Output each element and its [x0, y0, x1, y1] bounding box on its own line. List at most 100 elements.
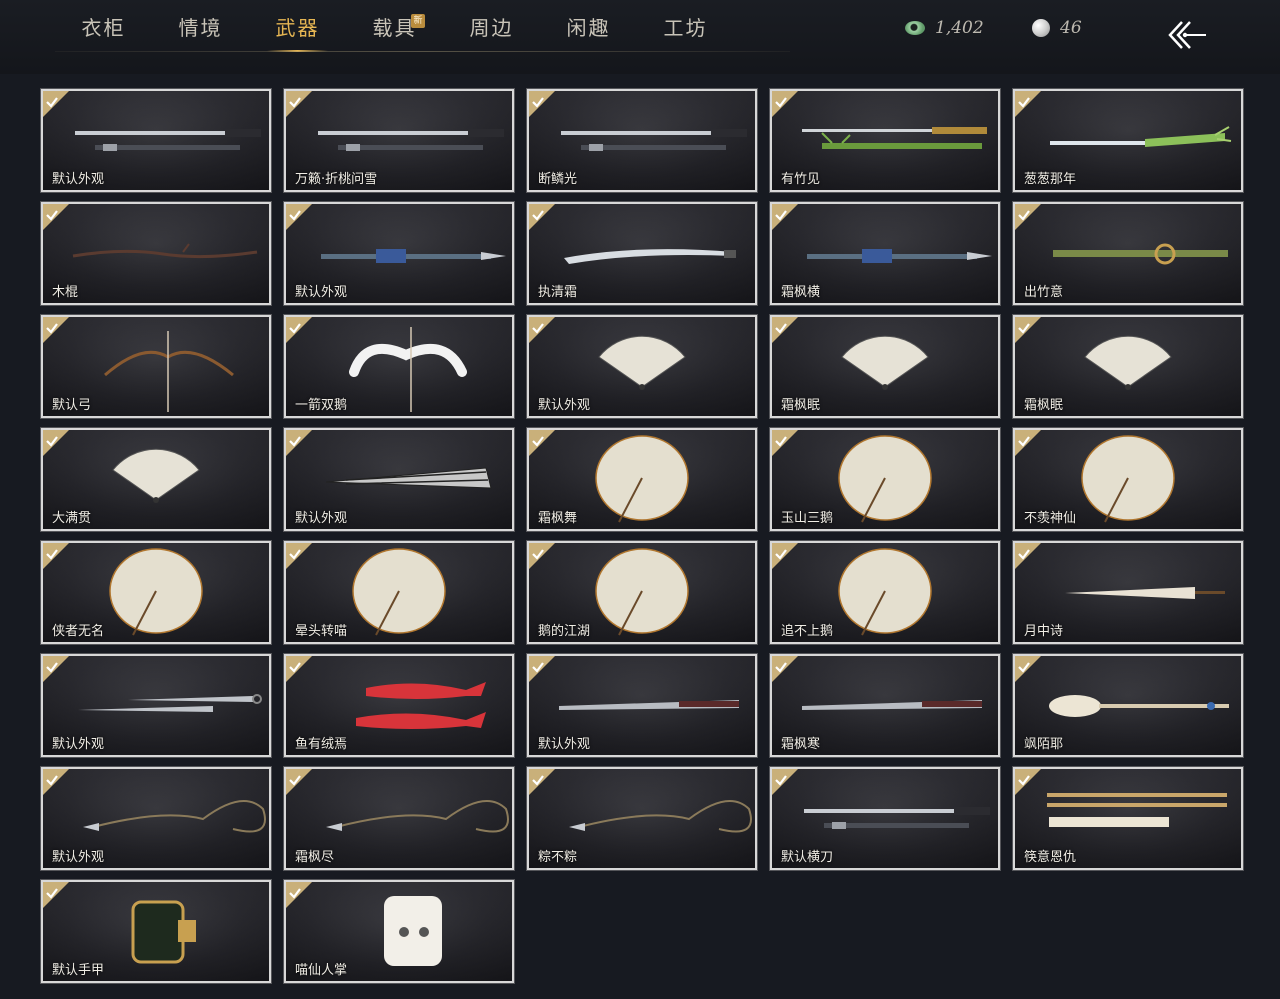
weapon-skin-card[interactable]: 筷意恩仇	[1012, 766, 1244, 871]
checkmark-icon	[1018, 545, 1030, 560]
weapon-skin-card[interactable]: 默认外观	[526, 314, 758, 419]
weapon-skin-name: 粽不粽	[538, 850, 578, 865]
weapon-skin-name: 执清霜	[538, 285, 578, 300]
weapon-skin-card[interactable]: 晕头转喵	[283, 540, 515, 645]
new-badge: 新	[411, 14, 425, 28]
weapon-skin-card[interactable]: 默认手甲	[40, 879, 272, 984]
jade-coin-icon	[905, 21, 925, 35]
weapon-skin-name: 默认外观	[52, 850, 105, 865]
checkmark-icon	[1018, 319, 1030, 334]
weapon-skin-name: 默认弓	[52, 398, 92, 413]
weapon-skin-card[interactable]: 追不上鹅	[769, 540, 1001, 645]
checkmark-icon	[46, 206, 58, 221]
weapon-skin-card[interactable]: 葱葱那年	[1012, 88, 1244, 193]
weapon-skin-name: 筷意恩仇	[1024, 850, 1077, 865]
weapon-skin-name: 大满贯	[52, 511, 92, 526]
tab-merch[interactable]: 周边	[443, 0, 540, 52]
tab-workshop[interactable]: 工坊	[637, 0, 734, 52]
pearl-currency: 46	[1032, 18, 1082, 38]
weapon-skin-name: 月中诗	[1024, 624, 1064, 639]
checkmark-icon	[775, 545, 787, 560]
weapon-skin-card[interactable]: 默认弓	[40, 314, 272, 419]
checkmark-icon	[775, 93, 787, 108]
checkmark-icon	[46, 545, 58, 560]
weapon-skin-card[interactable]: 默认外观	[283, 427, 515, 532]
weapon-skin-card[interactable]: 默认外观	[40, 88, 272, 193]
weapon-skin-card[interactable]: 有竹见	[769, 88, 1001, 193]
weapon-skin-card[interactable]: 霜枫舞	[526, 427, 758, 532]
weapon-skin-card[interactable]: 玉山三鹅	[769, 427, 1001, 532]
weapon-skin-name: 霜枫横	[781, 285, 821, 300]
checkmark-icon	[46, 319, 58, 334]
weapon-skin-name: 默认外观	[52, 737, 105, 752]
checkmark-icon	[289, 658, 301, 673]
weapon-skin-name: 霜枫眠	[1024, 398, 1064, 413]
weapon-skin-name: 霜枫寒	[781, 737, 821, 752]
tab-leisure[interactable]: 闲趣	[540, 0, 637, 52]
weapon-skin-card[interactable]: 出竹意	[1012, 201, 1244, 306]
checkmark-icon	[775, 206, 787, 221]
checkmark-icon	[289, 545, 301, 560]
checkmark-icon	[775, 771, 787, 786]
checkmark-icon	[289, 771, 301, 786]
back-button[interactable]	[1166, 18, 1210, 52]
weapon-skin-card[interactable]: 霜枫眠	[769, 314, 1001, 419]
checkmark-icon	[532, 658, 544, 673]
weapon-skin-card[interactable]: 飒陌耶	[1012, 653, 1244, 758]
weapon-skin-card[interactable]: 侠者无名	[40, 540, 272, 645]
weapon-skin-card[interactable]: 霜枫眠	[1012, 314, 1244, 419]
weapon-skin-name: 霜枫尽	[295, 850, 335, 865]
weapon-skin-card[interactable]: 万籁·折桃问雪	[283, 88, 515, 193]
checkmark-icon	[289, 884, 301, 899]
weapon-skin-name: 断鳞光	[538, 172, 578, 187]
weapon-skin-card[interactable]: 一箭双鹅	[283, 314, 515, 419]
weapon-skin-card[interactable]: 月中诗	[1012, 540, 1244, 645]
checkmark-icon	[1018, 771, 1030, 786]
tab-wardrobe[interactable]: 衣柜	[55, 0, 152, 52]
weapon-skin-card[interactable]: 大满贯	[40, 427, 272, 532]
checkmark-icon	[46, 432, 58, 447]
weapon-skin-card[interactable]: 断鳞光	[526, 88, 758, 193]
tab-scene[interactable]: 情境	[152, 0, 249, 52]
weapon-skin-card[interactable]: 默认横刀	[769, 766, 1001, 871]
weapon-skin-card[interactable]: 不羡神仙	[1012, 427, 1244, 532]
weapon-skin-card[interactable]: 鱼有绒焉	[283, 653, 515, 758]
weapon-skin-name: 霜枫舞	[538, 511, 578, 526]
checkmark-icon	[532, 771, 544, 786]
tab-vehicles[interactable]: 载具新	[346, 0, 443, 52]
weapon-skin-card[interactable]: 默认外观	[283, 201, 515, 306]
weapon-skin-name: 默认外观	[52, 172, 105, 187]
weapon-skin-card[interactable]: 喵仙人掌	[283, 879, 515, 984]
weapon-skin-name: 默认手甲	[52, 963, 105, 978]
weapon-skin-card[interactable]: 默认外观	[40, 766, 272, 871]
weapon-skin-card[interactable]: 木棍	[40, 201, 272, 306]
checkmark-icon	[1018, 206, 1030, 221]
weapon-skin-card[interactable]: 默认外观	[40, 653, 272, 758]
checkmark-icon	[289, 319, 301, 334]
weapon-skin-card[interactable]: 霜枫寒	[769, 653, 1001, 758]
weapon-skin-name: 默认外观	[538, 737, 591, 752]
weapon-skin-card[interactable]: 鹅的江湖	[526, 540, 758, 645]
weapon-skin-card[interactable]: 粽不粽	[526, 766, 758, 871]
weapon-skin-card[interactable]: 霜枫横	[769, 201, 1001, 306]
checkmark-icon	[532, 319, 544, 334]
tab-weapons[interactable]: 武器	[249, 0, 346, 52]
checkmark-icon	[1018, 93, 1030, 108]
checkmark-icon	[289, 206, 301, 221]
weapon-skin-name: 万籁·折桃问雪	[295, 172, 378, 187]
tab-label: 周边	[469, 15, 514, 40]
checkmark-icon	[775, 432, 787, 447]
weapon-skin-card[interactable]: 霜枫尽	[283, 766, 515, 871]
weapon-skin-card[interactable]: 执清霜	[526, 201, 758, 306]
checkmark-icon	[46, 771, 58, 786]
checkmark-icon	[46, 884, 58, 899]
checkmark-icon	[532, 206, 544, 221]
weapon-skin-card[interactable]: 默认外观	[526, 653, 758, 758]
weapon-skin-name: 鱼有绒焉	[295, 737, 348, 752]
weapon-skin-name: 默认横刀	[781, 850, 834, 865]
tab-label: 衣柜	[81, 15, 126, 40]
tab-label: 情境	[178, 15, 223, 40]
tab-label: 工坊	[663, 15, 708, 40]
checkmark-icon	[532, 545, 544, 560]
tab-label: 武器	[275, 15, 320, 40]
